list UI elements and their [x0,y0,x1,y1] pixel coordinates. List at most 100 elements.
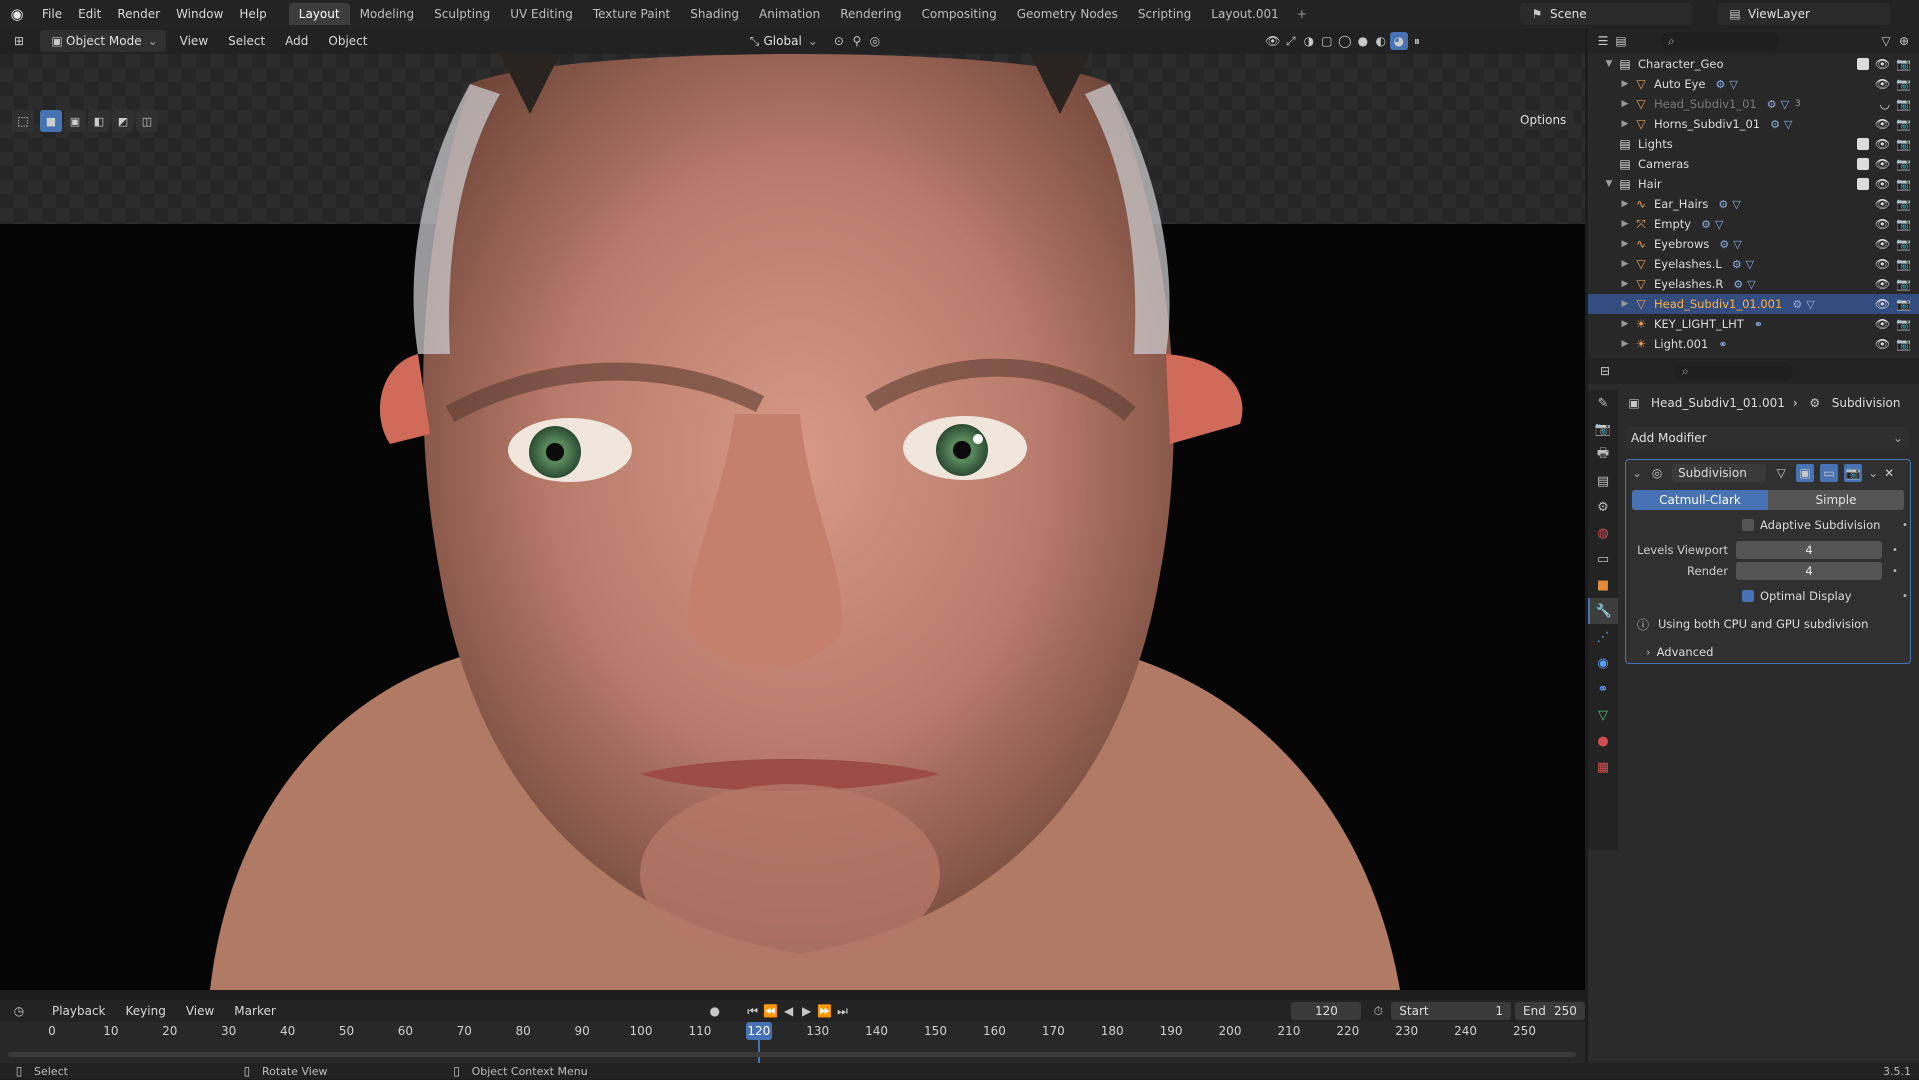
render-tab-icon[interactable]: 📷 [1588,416,1618,442]
eye-icon[interactable]: 👁 [1875,237,1890,251]
material-tab-icon[interactable]: ● [1588,728,1618,754]
close-icon[interactable]: ✕ [1884,466,1894,480]
outliner-row[interactable]: ▶ ∿ Eyebrows ⚙▽ 👁 📷 [1588,234,1919,254]
camera-icon[interactable]: 📷 [1896,277,1911,291]
outliner-editor-icon[interactable]: ☰ [1594,32,1612,50]
snap-icon[interactable]: ⚲ [848,32,866,50]
camera-icon[interactable]: 📷 [1896,197,1911,211]
disclosure-collapsed-icon[interactable]: ▶ [1618,199,1632,209]
camera-icon[interactable]: 📷 [1896,297,1911,311]
scene-tab-icon[interactable]: ⚙ [1588,494,1618,520]
data-tab-icon[interactable]: ▽ [1588,702,1618,728]
jump-end-icon[interactable]: ⏭ [834,1002,852,1020]
advanced-subpanel[interactable]: › Advanced [1646,642,1910,662]
tab-scripting[interactable]: Scripting [1128,3,1201,25]
disclosure-collapsed-icon[interactable]: ▶ [1618,219,1632,229]
outliner-search-input[interactable]: ⌕ [1660,32,1780,50]
modifier-badges-icon[interactable]: ⚙▽ [1701,218,1727,231]
outliner-row[interactable]: ▤ Cameras 👁 📷 [1588,154,1919,174]
render-display-icon[interactable]: 📷 [1844,464,1863,482]
eye-icon[interactable]: 👁 [1875,177,1890,191]
options-button[interactable]: Options [1512,110,1575,130]
camera-icon[interactable]: 📷 [1896,317,1911,331]
modifier-badges-icon[interactable]: ⚙▽ [1719,238,1745,251]
constraints-tab-icon[interactable]: ⚭ [1588,676,1618,702]
pause-render-icon[interactable]: ⏸ [1408,32,1426,50]
keyframe-dot-icon[interactable]: • [1892,566,1900,577]
menu-view[interactable]: View [170,34,218,48]
modifier-badges-icon[interactable]: ⚭ [1718,338,1731,351]
select-invert-icon[interactable]: ◩ [112,110,134,132]
eye-icon[interactable]: ◡ [1880,97,1890,111]
shading-wireframe-icon[interactable]: ◯ [1336,32,1354,50]
exclude-checkbox[interactable] [1856,58,1869,70]
jump-start-icon[interactable]: ⏮ [744,1002,762,1020]
stopwatch-icon[interactable]: ⏱ [1369,1002,1387,1020]
scene-selector[interactable]: ⚑ Scene [1520,3,1692,25]
display-mode-icon[interactable]: ▤ [1612,32,1630,50]
add-workspace-icon[interactable]: + [1289,7,1315,21]
new-collection-icon[interactable]: ⊕ [1895,32,1913,50]
disclosure-expanded-icon[interactable]: ▼ [1602,179,1616,189]
properties-search-input[interactable]: ⌕ [1674,362,1794,380]
tab-uv-editing[interactable]: UV Editing [500,3,583,25]
outliner-row[interactable]: ▤ Lights 👁 📷 [1588,134,1919,154]
prev-keyframe-icon[interactable]: ⏪ [762,1002,780,1020]
tab-modeling[interactable]: Modeling [350,3,425,25]
modifier-name-field[interactable]: Subdivision [1672,464,1767,482]
menu-window[interactable]: Window [168,0,231,28]
edit-mode-icon[interactable]: ▣ [1796,464,1815,482]
select-extend-icon[interactable]: ▣ [64,110,86,132]
menu-timeline-view[interactable]: View [176,1004,224,1018]
modifier-badges-icon[interactable]: ⚙▽ [1732,258,1758,271]
menu-render[interactable]: Render [109,0,168,28]
timeline-editor-icon[interactable]: ◷ [10,1002,28,1020]
play-icon[interactable]: ▶ [798,1002,816,1020]
eye-icon[interactable]: 👁 [1875,277,1890,291]
outliner-row[interactable]: ▶ ▽ Eyelashes.R ⚙▽ 👁 📷 [1588,274,1919,294]
collection-tab-icon[interactable]: ▭ [1588,546,1618,572]
camera-icon[interactable]: 📷 [1896,257,1911,271]
eye-icon[interactable]: 👁 [1875,157,1890,171]
collapse-icon[interactable]: ⌄ [1632,466,1642,480]
output-tab-icon[interactable]: 🖶 [1588,442,1618,468]
object-mode-dropdown[interactable]: ▣ Object Mode ⌄ [40,30,166,52]
disclosure-expanded-icon[interactable]: ▼ [1602,59,1616,69]
camera-icon[interactable]: 📷 [1896,237,1911,251]
camera-icon[interactable]: 📷 [1896,137,1911,151]
disclosure-collapsed-icon[interactable]: ▶ [1618,239,1632,249]
modifier-badges-icon[interactable]: ⚙▽ [1770,118,1796,131]
outliner-row[interactable]: ▶ ⤧ Empty ⚙▽ 👁 📷 [1588,214,1919,234]
simple-button[interactable]: Simple [1768,490,1904,510]
disclosure-collapsed-icon[interactable]: ▶ [1618,79,1632,89]
tab-layout[interactable]: Layout [288,3,350,25]
gizmo-icon[interactable]: ⤢ [1282,32,1300,50]
filter-icon[interactable]: ▽ [1877,32,1895,50]
eye-icon[interactable]: 👁 [1875,197,1890,211]
tab-texture-paint[interactable]: Texture Paint [583,3,680,25]
eye-icon[interactable]: 👁 [1875,317,1890,331]
camera-icon[interactable]: 📷 [1896,157,1911,171]
tool-tab-icon[interactable]: ✎ [1588,390,1618,416]
timeline-scrollbar[interactable] [8,1052,1576,1057]
record-icon[interactable]: ● [706,1002,724,1020]
menu-help[interactable]: Help [231,0,274,28]
modifier-menu-icon[interactable]: ⌄ [1868,466,1878,480]
select-new-icon[interactable]: ■ [40,110,62,132]
outliner-row[interactable]: ▶ ▽ Eyelashes.L ⚙▽ 👁 📷 [1588,254,1919,274]
transform-orientation-dropdown[interactable]: ⤡ Global ⌄ [738,30,826,52]
viewport-display-icon[interactable]: ▭ [1820,464,1839,482]
eye-icon[interactable]: 👁 [1875,57,1890,71]
disclosure-collapsed-icon[interactable]: ▶ [1618,279,1632,289]
tab-shading[interactable]: Shading [680,3,749,25]
render-levels-field[interactable]: 4 [1736,562,1882,580]
eye-icon[interactable]: 👁 [1875,77,1890,91]
exclude-checkbox[interactable] [1856,138,1869,150]
object-tab-icon[interactable]: ■ [1588,572,1618,598]
exclude-checkbox[interactable] [1856,178,1869,190]
overlay-icon[interactable]: ◑ [1300,32,1318,50]
camera-icon[interactable]: 📷 [1896,57,1911,71]
shading-rendered-icon[interactable]: ◕ [1389,32,1408,50]
modifier-badges-icon[interactable]: ⚙▽ [1767,98,1793,111]
view-layer-tab-icon[interactable]: ▤ [1588,468,1618,494]
